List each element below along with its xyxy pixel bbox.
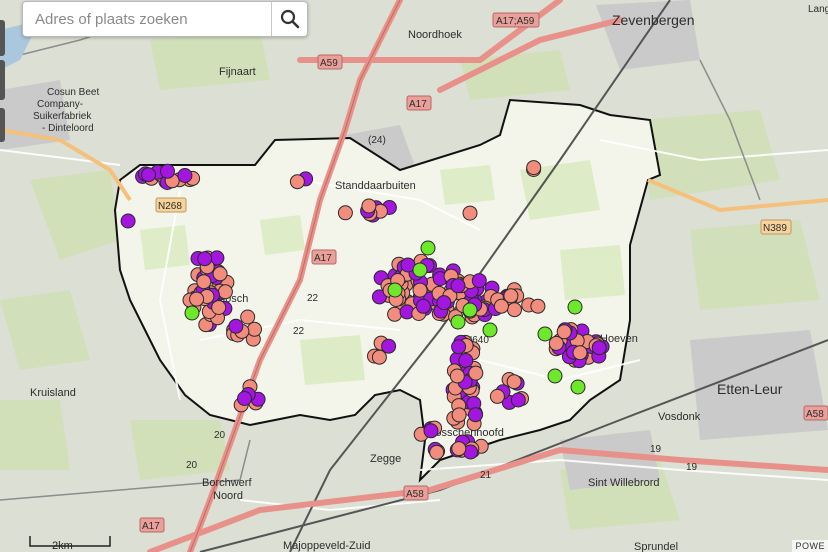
map-marker-purple[interactable]	[415, 298, 431, 314]
shield-a17-mid: A17	[314, 253, 332, 264]
map-marker-salmon[interactable]	[412, 282, 428, 298]
shield-a17-a59: A17;A59	[496, 16, 535, 27]
map-marker-salmon[interactable]	[489, 388, 505, 404]
label-exit-22a: 22	[307, 293, 319, 304]
label-exit-20b: 20	[186, 460, 198, 471]
map-marker-green[interactable]	[412, 262, 428, 278]
map-marker-purple[interactable]	[423, 423, 439, 439]
label-exit-19b: 19	[686, 462, 698, 473]
label-sprundel: Sprundel	[634, 541, 678, 552]
map-marker-green[interactable]	[462, 302, 478, 318]
label-vosdonk: Vosdonk	[658, 411, 701, 423]
label-exit-21: 21	[480, 470, 492, 481]
map-canvas[interactable]: Zevenbergen Noordhoek Fijnaart Cosun Bee…	[0, 0, 828, 552]
map-marker-green[interactable]	[450, 314, 466, 330]
shield-n389: N389	[763, 223, 787, 234]
shield-a17-south: A17	[142, 521, 160, 532]
map-marker-salmon[interactable]	[451, 441, 467, 457]
map-marker-salmon[interactable]	[196, 274, 212, 290]
map-marker-salmon[interactable]	[212, 266, 228, 282]
label-zevenbergen: Zevenbergen	[612, 12, 695, 28]
shield-r24: (24)	[368, 135, 386, 146]
side-control-top[interactable]	[0, 20, 5, 56]
shield-a59: A59	[320, 58, 338, 69]
label-cosun-3: Suikerfabriek	[33, 111, 92, 122]
map-marker-salmon[interactable]	[506, 374, 522, 390]
map-marker-purple[interactable]	[471, 273, 487, 289]
map-marker-purple[interactable]	[120, 213, 136, 229]
map-marker-salmon[interactable]	[556, 324, 572, 340]
label-fijnaart: Fijnaart	[219, 66, 256, 78]
search-box	[22, 1, 308, 37]
attribution: POWE	[792, 540, 828, 552]
map-marker-purple[interactable]	[197, 251, 213, 267]
search-icon	[280, 9, 299, 29]
label-zegge: Zegge	[370, 453, 401, 465]
label-sint-willebrord: Sint Willebrord	[588, 477, 660, 489]
map-marker-green[interactable]	[184, 305, 200, 321]
map-marker-green[interactable]	[570, 379, 586, 395]
shield-a58-left: A58	[406, 489, 424, 500]
map-marker-green[interactable]	[482, 322, 498, 338]
map-marker-purple[interactable]	[381, 338, 397, 354]
map-marker-salmon[interactable]	[451, 407, 467, 423]
label-borchwerf-1: Borchwerf	[202, 477, 252, 489]
map-marker-green[interactable]	[567, 299, 583, 315]
map-marker-salmon[interactable]	[217, 284, 233, 300]
search-button[interactable]	[271, 2, 307, 36]
map-marker-salmon[interactable]	[449, 368, 465, 384]
shield-n268: N268	[158, 201, 182, 212]
map-marker-purple[interactable]	[458, 353, 474, 368]
map-marker-salmon[interactable]	[189, 291, 205, 307]
shield-a17-north: A17	[409, 99, 427, 110]
map-marker-salmon[interactable]	[572, 345, 588, 361]
map-marker-purple[interactable]	[228, 318, 244, 334]
side-control-middle[interactable]	[0, 60, 5, 100]
map-marker-salmon[interactable]	[211, 300, 227, 315]
label-cosun-4: - Dinteloord	[42, 123, 94, 134]
map-marker-salmon[interactable]	[247, 321, 262, 337]
map-marker-purple[interactable]	[451, 339, 467, 355]
label-noordhoek: Noordhoek	[408, 29, 462, 41]
map-marker-salmon[interactable]	[387, 306, 403, 322]
map-marker-purple[interactable]	[237, 391, 252, 406]
label-exit-19a: 19	[650, 444, 662, 455]
map-marker-green[interactable]	[547, 368, 563, 384]
map-marker-salmon[interactable]	[526, 160, 542, 176]
map-marker-salmon[interactable]	[337, 205, 353, 221]
search-input[interactable]	[23, 2, 271, 36]
map-marker-purple[interactable]	[468, 407, 483, 423]
map-marker-green[interactable]	[537, 326, 553, 342]
label-exit-20a: 20	[214, 430, 226, 441]
map-marker-salmon[interactable]	[289, 174, 305, 190]
map-marker-purple[interactable]	[160, 163, 175, 179]
map-marker-salmon[interactable]	[507, 302, 522, 318]
scale-bar-label: 2km	[52, 540, 73, 552]
label-kruisland: Kruisland	[30, 387, 76, 399]
map-marker-salmon[interactable]	[503, 288, 519, 304]
label-etten-leur: Etten-Leur	[717, 381, 783, 397]
map-marker-purple[interactable]	[436, 295, 452, 311]
map-marker-salmon[interactable]	[240, 309, 256, 325]
map-marker-purple[interactable]	[141, 167, 156, 183]
map-marker-salmon[interactable]	[429, 444, 445, 460]
label-exit-22b: 22	[293, 326, 305, 337]
map-marker-salmon[interactable]	[462, 205, 478, 221]
map-marker-purple[interactable]	[177, 168, 193, 183]
map-marker-purple[interactable]	[450, 278, 466, 294]
label-majoppeveld: Majoppeveld-Zuid	[283, 540, 370, 552]
map-marker-purple[interactable]	[591, 340, 607, 356]
shield-a58-right: A58	[806, 409, 824, 420]
label-borchwerf-2: Noord	[213, 490, 243, 502]
map-marker-salmon[interactable]	[361, 198, 377, 214]
label-cosun-1: Cosun Beet	[47, 87, 99, 98]
map-marker-salmon[interactable]	[530, 298, 546, 314]
map-marker-green[interactable]	[387, 282, 403, 298]
map-marker-purple[interactable]	[510, 392, 526, 408]
map-marker-green[interactable]	[420, 240, 436, 256]
side-control-bottom[interactable]	[0, 108, 5, 142]
label-cosun-2: Company-	[37, 99, 83, 110]
label-langeweg: Lang	[808, 4, 828, 15]
label-standdaarbuiten: Standdaarbuiten	[335, 180, 416, 192]
